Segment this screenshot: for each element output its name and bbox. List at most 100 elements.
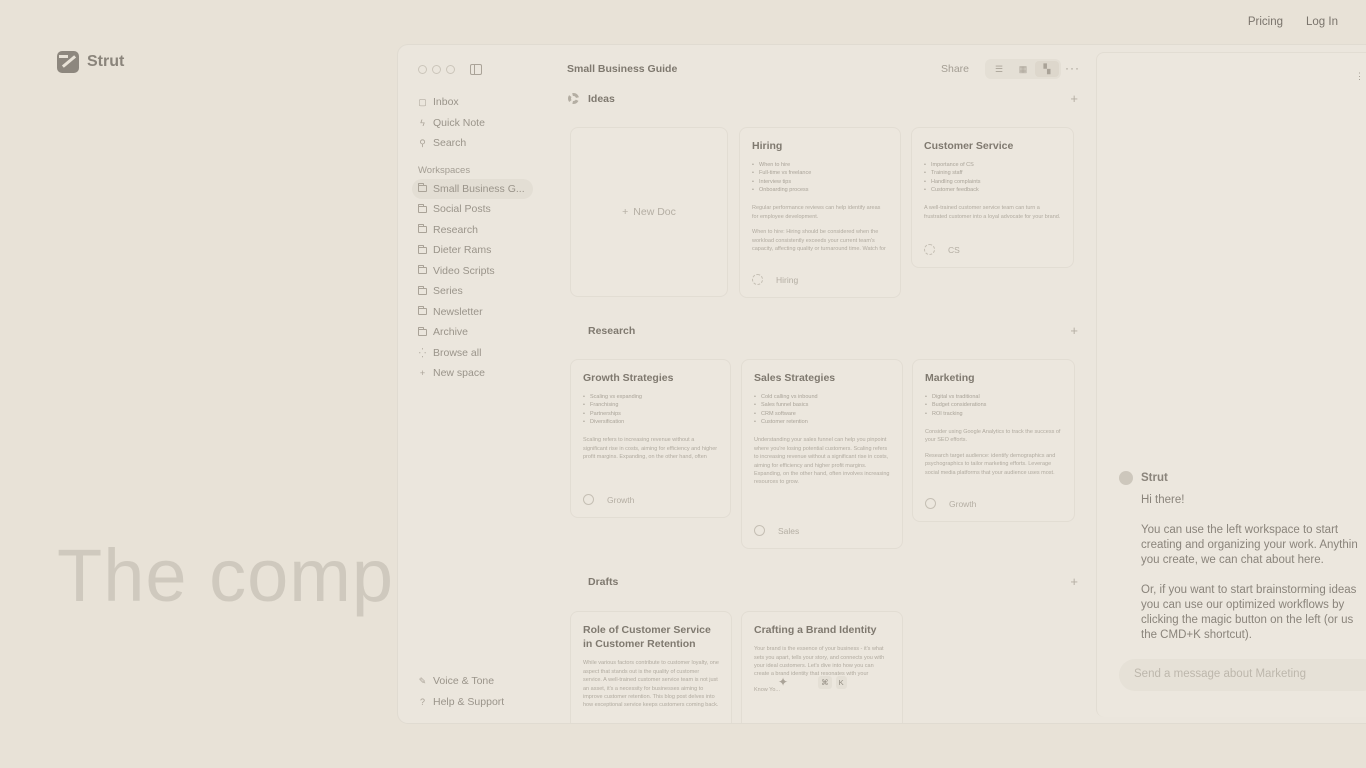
top-nav: Pricing Log In [1248,16,1338,28]
list-item: Full-time vs freelance [752,169,888,178]
list-item: When to hire [752,161,888,170]
card-tag: Growth [583,494,634,505]
sidebar-item-video-scripts[interactable]: Video Scripts [412,261,537,282]
dashed-circle-icon [752,274,763,285]
sidebar-item-search[interactable]: ⚲ Search [412,133,537,154]
sidebar-item-browse-all[interactable]: ⁛ Browse all [412,343,537,364]
doc-card-customer-service[interactable]: Customer Service Importance of CS Traini… [911,127,1074,268]
k-key: K [835,675,847,689]
page-title: Small Business Guide [567,63,678,75]
sidebar-item-dieter-rams[interactable]: Dieter Rams [412,240,537,261]
pricing-link[interactable]: Pricing [1248,16,1283,28]
circle-icon [925,498,936,509]
grid-view-icon[interactable]: ▦ [1011,61,1035,77]
quick-actions: ✦ ⌘ K [778,675,847,689]
folder-icon [418,285,427,295]
doc-card-marketing[interactable]: Marketing Digital vs traditional Budget … [912,359,1075,522]
sidebar: ▢ Inbox ϟ Quick Note ⚲ Search Workspaces Sm… [412,92,537,384]
list-item: Customer feedback [924,186,1061,195]
window-minimize-icon[interactable] [432,65,441,74]
window-maximize-icon[interactable] [446,65,455,74]
circle-icon [583,494,594,505]
list-item: Customer retention [754,418,890,427]
card-text: Regular performance reviews can help ide… [752,205,881,220]
sidebar-item-help-support[interactable]: ? Help & Support [412,692,537,713]
list-item: Training staff [924,169,1061,178]
circle-icon [568,325,579,336]
sidebar-item-small-business-guide[interactable]: Small Business G... [412,178,533,199]
chat-line: you create, we can chat about here. [1141,554,1324,566]
plus-icon: + [622,206,629,218]
sidebar-item-voice-tone[interactable]: ✎ Voice & Tone [412,671,537,692]
panel-options-icon[interactable]: ⋮ [1355,71,1364,82]
list-item: Budget considerations [925,401,1062,410]
list-item: Scaling vs expanding [583,393,718,402]
add-doc-research-button[interactable]: + [1070,323,1078,338]
sidebar-item-archive[interactable]: Archive [412,322,537,343]
doc-card-brand-identity[interactable]: Crafting a Brand Identity Your brand is … [741,611,903,723]
card-tag: Sales [754,525,799,536]
window-close-icon[interactable] [418,65,427,74]
sidebar-item-newsletter[interactable]: Newsletter [412,302,537,323]
list-item: Digital vs traditional [925,393,1062,402]
list-item: ROI tracking [925,410,1062,419]
dashed-circle-icon [924,244,935,255]
sidebar-toggle-icon[interactable] [470,64,482,75]
sidebar-item-series[interactable]: Series [412,281,537,302]
app-window: ▢ Inbox ϟ Quick Note ⚲ Search Workspaces Sm… [398,45,1366,723]
chat-line: clicking the magic button on the left (o… [1141,614,1354,626]
search-icon: ⚲ [419,138,426,149]
chat-line: You can use the left workspace to start [1141,524,1339,536]
chat-input[interactable]: Send a message about Marketing [1119,659,1366,691]
shortcut-keys: ⌘ K [818,675,847,689]
list-item: Onboarding process [752,186,888,195]
doc-card-hiring[interactable]: Hiring When to hire Full-time vs freelan… [739,127,901,298]
card-text: Understanding your sales funnel can help… [754,437,890,486]
list-item: Handling complaints [924,178,1061,187]
list-item: Franchising [583,401,718,410]
folder-icon [418,203,427,213]
view-toggle: ☰ ▦ ▚ [985,59,1061,79]
chat-line: creating and organizing your work. Anyth… [1141,539,1358,551]
sidebar-item-research[interactable]: Research [412,220,537,241]
bullet-list: When to hire Full-time vs freelance Inte… [752,161,888,194]
card-tag: CS [924,244,960,255]
workspaces-label: Workspaces [418,164,471,176]
folder-icon [418,244,427,254]
add-doc-ideas-button[interactable]: + [1070,91,1078,106]
login-link[interactable]: Log In [1306,16,1338,28]
inbox-icon: ▢ [418,97,427,108]
circle-icon [754,525,765,536]
avatar [1119,471,1133,485]
chat-greeting: Hi there! [1141,494,1185,506]
magic-sparkle-icon[interactable]: ✦ [778,675,788,689]
pen-icon: ✎ [418,676,427,687]
more-options-icon[interactable]: ··· [1065,61,1080,75]
share-button[interactable]: Share [941,63,969,75]
window-controls [418,65,455,74]
chat-sender: Strut [1119,471,1168,485]
sidebar-item-social-posts[interactable]: Social Posts [412,199,537,220]
doc-card-sales-strategies[interactable]: Sales Strategies Cold calling vs inbound… [741,359,903,549]
doc-card-growth-strategies[interactable]: Growth Strategies Scaling vs expanding F… [570,359,731,518]
new-doc-button[interactable]: + New Doc [570,127,728,297]
doc-card-customer-retention[interactable]: Role of Customer Service in Customer Ret… [570,611,732,723]
sidebar-footer: ✎ Voice & Tone ? Help & Support [412,671,537,712]
list-item: Sales funnel basics [754,401,890,410]
cmd-key: ⌘ [818,675,832,689]
sidebar-item-quick-note[interactable]: ϟ Quick Note [412,113,537,134]
sidebar-item-inbox[interactable]: ▢ Inbox [412,92,537,113]
brand[interactable]: Strut [57,51,124,73]
sidebar-item-new-space[interactable]: + New space [412,363,537,384]
chat-line: the CMD+K shortcut). [1141,629,1252,641]
section-ideas: Ideas + [568,91,1078,106]
board-view-icon[interactable]: ▚ [1035,61,1059,77]
list-item: Importance of CS [924,161,1061,170]
list-view-icon[interactable]: ☰ [987,61,1011,77]
add-doc-drafts-button[interactable]: + [1070,574,1078,589]
card-tag: Growth [925,498,976,509]
folder-icon [418,306,427,316]
list-item: Partnerships [583,410,718,419]
bolt-icon: ϟ [420,117,425,128]
clock-icon [568,576,579,587]
